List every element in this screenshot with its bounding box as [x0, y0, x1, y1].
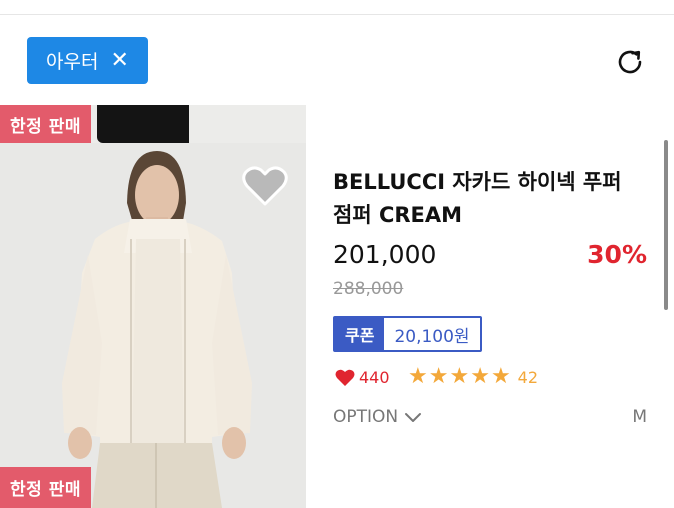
scrollbar[interactable] [664, 140, 668, 310]
close-icon[interactable]: ✕ [111, 49, 129, 72]
top-divider [0, 14, 674, 15]
filter-chip-label: 아우터 [46, 51, 99, 73]
filter-chip-outerwear[interactable]: 아우터 ✕ [27, 37, 148, 84]
size-value: M [632, 407, 647, 427]
rating: ★ ★ ★ ★ ★ 42 [408, 366, 538, 388]
product-title[interactable]: BELLUCCI 자카드 하이넥 푸퍼 점퍼 CREAM [333, 166, 643, 232]
review-count: 42 [517, 367, 539, 387]
refresh-button[interactable] [612, 44, 648, 80]
option-dropdown[interactable]: OPTION [333, 407, 422, 427]
refresh-icon [618, 50, 642, 74]
discount-rate: 30% [587, 240, 647, 269]
like-count: 440 [359, 368, 390, 387]
star-icon: ★ [428, 364, 449, 389]
star-icon: ★ [470, 364, 490, 389]
star-icon: ★ [449, 364, 470, 389]
wishlist-button[interactable] [241, 164, 289, 208]
coupon-price: 20,100원 [384, 318, 480, 350]
option-label: OPTION [333, 407, 399, 427]
sale-price: 201,000 [333, 240, 437, 269]
limited-sale-badge: 한정 판매 [0, 467, 91, 508]
star-icon: ★ [490, 364, 511, 389]
coupon-label: 쿠폰 [335, 318, 385, 350]
previous-product-photo-fragment [97, 105, 189, 143]
star-icon: ★ [408, 364, 428, 389]
original-price: 288,000 [333, 279, 404, 299]
coupon-badge[interactable]: 쿠폰 20,100원 [333, 316, 482, 352]
likes: 440 [335, 368, 390, 387]
heart-outline-icon [242, 166, 288, 206]
chevron-down-icon [405, 413, 422, 422]
limited-sale-badge: 한정 판매 [0, 105, 91, 143]
heart-icon [335, 369, 355, 386]
